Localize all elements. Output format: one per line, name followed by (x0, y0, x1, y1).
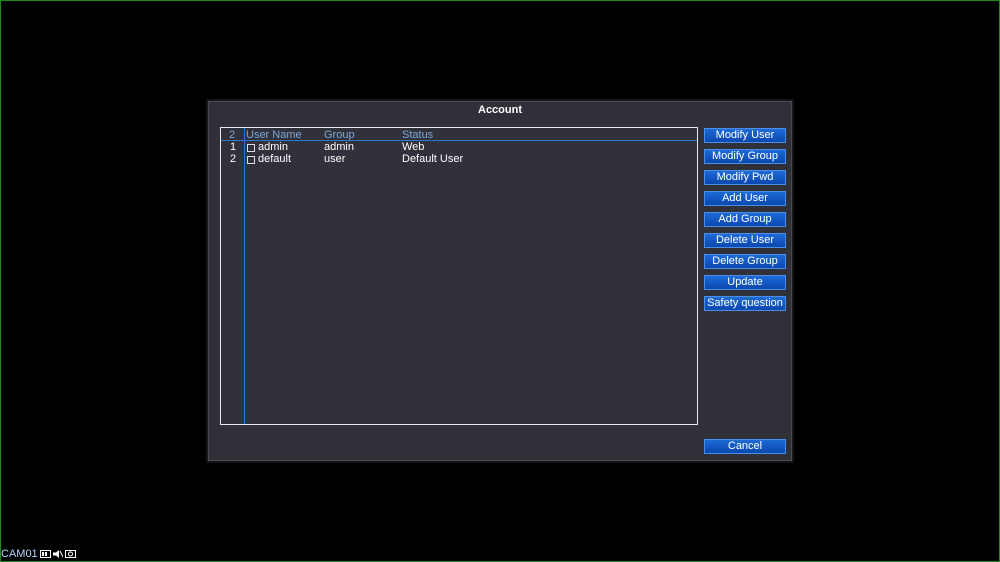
username-header[interactable]: User Name (246, 129, 302, 141)
safety-question-button[interactable]: Safety question (704, 296, 786, 311)
camera-status-bar: CAM01 (1, 548, 76, 560)
delete-user-button[interactable]: Delete User (704, 233, 786, 248)
speaker-icon (52, 550, 63, 558)
row-index: 2 (230, 153, 237, 165)
row-group: admin (324, 141, 354, 153)
dialog-title: Account (478, 104, 522, 116)
camera-label: CAM01 (1, 548, 38, 560)
add-group-button[interactable]: Add Group (704, 212, 786, 227)
modify-pwd-button[interactable]: Modify Pwd (704, 170, 786, 185)
modify-user-button[interactable]: Modify User (704, 128, 786, 143)
status-header[interactable]: Status (402, 129, 433, 141)
row-group: user (324, 153, 346, 165)
row-status: Web (402, 141, 425, 153)
camera-icon (64, 550, 76, 558)
row-checkbox[interactable] (247, 144, 255, 152)
modify-group-button[interactable]: Modify Group (704, 149, 786, 164)
row-username: admin (258, 141, 288, 153)
row-index: 1 (230, 141, 237, 153)
video-icon (39, 550, 51, 558)
add-user-button[interactable]: Add User (704, 191, 786, 206)
user-table: 2 User Name Group Status 1 admin admin W… (220, 127, 698, 425)
update-button[interactable]: Update (704, 275, 786, 290)
cancel-button[interactable]: Cancel (704, 439, 786, 454)
group-header[interactable]: Group (324, 129, 355, 141)
row-count-header: 2 (229, 129, 236, 141)
account-dialog: Account 2 User Name Group Status 1 admin… (206, 99, 794, 463)
column-divider (244, 128, 245, 424)
row-status: Default User (402, 153, 464, 165)
row-username: default (258, 153, 292, 165)
delete-group-button[interactable]: Delete Group (704, 254, 786, 269)
row-checkbox[interactable] (247, 156, 255, 164)
